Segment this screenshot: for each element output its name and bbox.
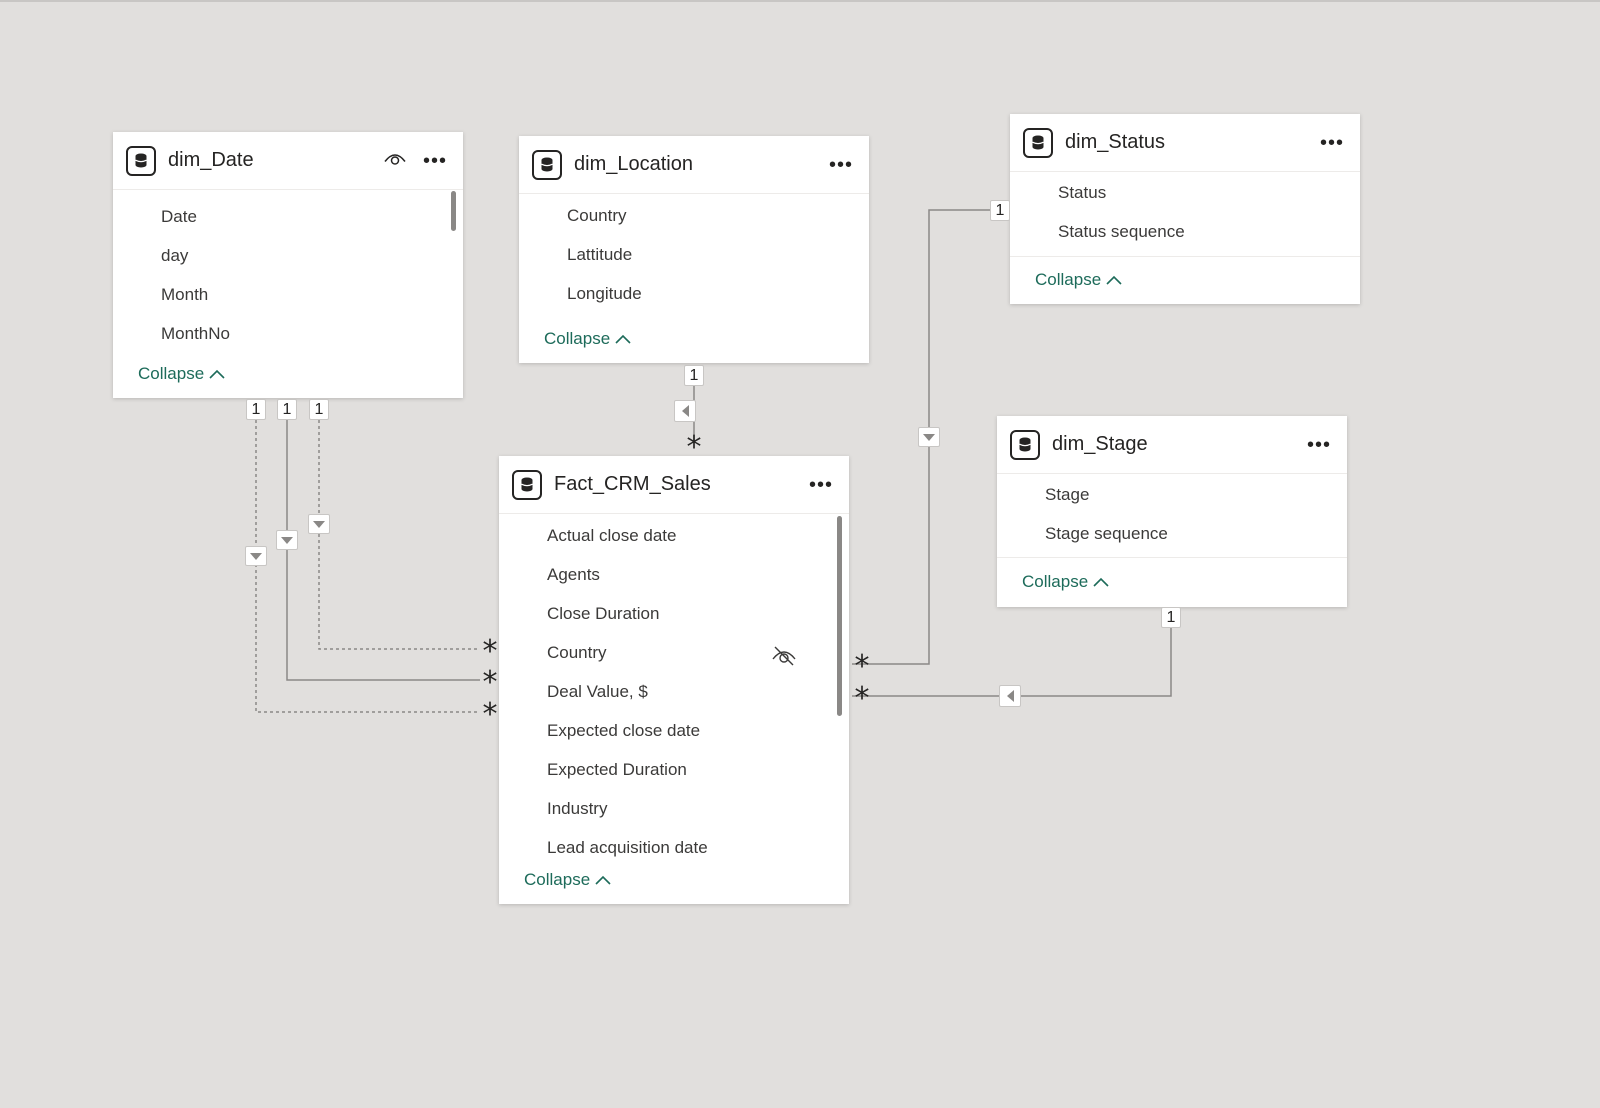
divider [1010,256,1360,257]
table-header[interactable]: Fact_CRM_Sales ••• [499,456,849,514]
field-item[interactable]: Month [113,275,463,314]
table-dim-status[interactable]: dim_Status ••• Status Status sequence Co… [1010,114,1360,304]
collapse-label: Collapse [1022,572,1089,591]
divider [997,557,1347,558]
table-header[interactable]: dim_Location ••• [519,136,869,194]
field-item[interactable]: Status sequence [1010,212,1360,251]
cardinality-one-badge: 1 [246,399,266,420]
field-item[interactable]: MonthNo [113,314,463,353]
more-options-icon[interactable]: ••• [423,151,447,171]
field-item[interactable]: Country [499,633,849,672]
collapse-label: Collapse [544,329,611,348]
table-title: dim_Status [1065,131,1166,153]
field-item[interactable]: Stage sequence [997,514,1347,553]
collapse-label: Collapse [1035,270,1102,289]
filter-direction-left-icon[interactable] [999,685,1021,707]
table-title: dim_Location [574,153,693,175]
field-item[interactable]: Close Duration [499,594,849,633]
field-item[interactable]: Status [1010,173,1360,212]
field-item[interactable]: Country [519,196,869,235]
field-item[interactable]: Date [113,197,463,236]
chevron-up-icon [1106,275,1122,285]
collapse-label: Collapse [524,870,591,889]
field-list: Country Lattitude Longitude [519,194,869,313]
field-list: Stage Stage sequence [997,474,1347,553]
more-options-icon[interactable]: ••• [829,155,853,175]
database-icon [532,149,562,180]
chevron-up-icon [595,875,611,885]
cardinality-many-marker: * [482,634,498,669]
table-title: Fact_CRM_Sales [554,473,711,495]
table-title: dim_Date [168,149,254,171]
table-title: dim_Stage [1052,433,1148,455]
field-item[interactable]: Actual close date [499,516,849,555]
cardinality-many-marker: * [686,430,702,465]
date-rel-dashed-outer [255,420,480,713]
chevron-up-icon [615,334,631,344]
field-item[interactable]: Expected close date [499,711,849,750]
table-header[interactable]: dim_Date ••• [113,132,463,190]
table-header[interactable]: dim_Stage ••• [997,416,1347,474]
field-item[interactable]: Industry [499,789,849,828]
chevron-up-icon [1093,577,1109,587]
date-rel-dashed-inner [318,420,480,650]
table-header[interactable]: dim_Status ••• [1010,114,1360,172]
cardinality-one-badge: 1 [309,399,329,420]
table-dim-date[interactable]: dim_Date ••• Date day Month MonthNo Coll… [113,132,463,398]
field-item[interactable]: Deal Value, $ [499,672,849,711]
cardinality-many-marker: * [482,665,498,700]
visibility-eye-icon[interactable] [383,150,407,171]
database-icon [1010,429,1040,460]
cardinality-one-badge: 1 [990,200,1010,221]
collapse-button[interactable]: Collapse [524,870,611,890]
field-list: Actual close date Agents Close Duration … [499,514,849,867]
collapse-button[interactable]: Collapse [138,364,225,384]
table-fact-crm-sales[interactable]: Fact_CRM_Sales ••• Actual close date Age… [499,456,849,904]
cardinality-one-badge: 1 [277,399,297,420]
field-item[interactable]: Lead acquisition date [499,828,849,867]
filter-direction-down-icon[interactable] [245,546,267,566]
database-icon [126,145,156,176]
cardinality-one-badge: 1 [684,365,704,386]
field-label: Country [547,643,607,662]
more-options-icon[interactable]: ••• [1307,435,1331,455]
more-options-icon[interactable]: ••• [1320,133,1344,153]
filter-direction-left-icon[interactable] [674,400,696,422]
collapse-label: Collapse [138,364,205,383]
collapse-button[interactable]: Collapse [544,329,631,349]
cardinality-many-marker: * [482,697,498,732]
scrollbar[interactable] [837,516,842,716]
table-dim-stage[interactable]: dim_Stage ••• Stage Stage sequence Colla… [997,416,1347,607]
cardinality-one-badge: 1 [1161,607,1181,628]
filter-direction-down-icon[interactable] [918,427,940,447]
field-item[interactable]: day [113,236,463,275]
cardinality-many-marker: * [854,681,870,716]
database-icon [1023,127,1053,158]
more-options-icon[interactable]: ••• [809,475,833,495]
filter-direction-down-icon[interactable] [308,514,330,534]
field-item[interactable]: Expected Duration [499,750,849,789]
database-icon [512,469,542,500]
collapse-button[interactable]: Collapse [1035,270,1122,290]
field-list: Date day Month MonthNo [113,190,463,353]
collapse-button[interactable]: Collapse [1022,572,1109,592]
scrollbar[interactable] [451,191,456,231]
date-rel-solid [286,420,480,681]
filter-direction-down-icon[interactable] [276,530,298,550]
field-item[interactable]: Longitude [519,274,869,313]
chevron-up-icon [209,369,225,379]
field-item[interactable]: Agents [499,555,849,594]
field-list: Status Status sequence [1010,172,1360,251]
cardinality-many-marker: * [854,649,870,684]
field-item[interactable]: Stage [997,475,1347,514]
table-dim-location[interactable]: dim_Location ••• Country Lattitude Longi… [519,136,869,363]
field-item[interactable]: Lattitude [519,235,869,274]
